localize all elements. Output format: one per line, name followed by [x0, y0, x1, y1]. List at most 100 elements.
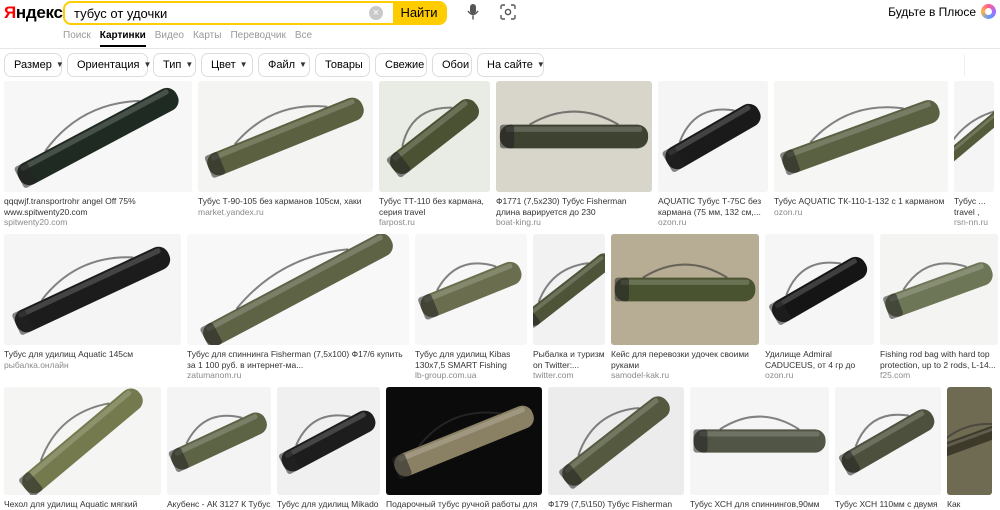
filter-chip[interactable]: Ориентация ▼ — [67, 53, 151, 77]
result-source[interactable]: zatumanom.ru — [187, 370, 409, 381]
result-caption[interactable]: Тубус для спиннинга Fisherman (7,5х100) … — [187, 349, 409, 370]
result-thumbnail[interactable] — [379, 81, 490, 192]
tab-images[interactable]: Картинки — [99, 30, 146, 47]
image-result[interactable]: qqqwjf.transportrohr angel Off 75% www.s… — [4, 81, 192, 228]
image-result[interactable]: Удилище Admiral CADUCEUS, от 4 гр до 18г… — [765, 234, 874, 381]
result-thumbnail[interactable] — [533, 234, 605, 345]
result-caption[interactable]: AQUATIC Тубус Т-75С без кармана (75 мм, … — [658, 196, 768, 217]
result-thumbnail[interactable] — [548, 387, 684, 495]
result-thumbnail[interactable] — [4, 234, 181, 345]
result-source[interactable]: market.yandex.ru — [198, 207, 373, 218]
result-caption[interactable]: Тубус AQUATIC ТК-110-1-132 с 1 карманом — [774, 196, 948, 207]
result-caption[interactable]: Fishing rod bag with hard top protection… — [880, 349, 998, 370]
result-caption[interactable]: Кейс для перевозки удочек своими руками — [611, 349, 759, 370]
image-result[interactable]: Тубус Т-90-105 без карманов 105см, хаки m… — [198, 81, 373, 228]
search-button[interactable]: Найти — [393, 3, 445, 23]
image-result[interactable]: Тубус для удилищ Kibas 130х7,5 SMART Fis… — [415, 234, 527, 381]
result-caption[interactable]: Тубус для удилищ Aquatic 145см — [4, 349, 181, 360]
image-result[interactable]: Тубус ХСН 110мм с двумя — [835, 387, 941, 510]
image-result[interactable]: Подарочный тубус ручной работы для — [386, 387, 542, 510]
filter-chip[interactable]: На сайте ▼ — [477, 53, 545, 77]
result-source[interactable]: ozon.ru — [658, 217, 768, 228]
filter-chip[interactable]: Тип ▼ — [153, 53, 196, 77]
plus-promo[interactable]: Будьте в Плюсе — [888, 4, 996, 19]
result-thumbnail[interactable] — [690, 387, 829, 495]
clear-icon[interactable]: × — [369, 6, 383, 20]
result-source[interactable]: twitter.com — [533, 370, 605, 381]
result-caption[interactable]: qqqwjf.transportrohr angel Off 75% www.s… — [4, 196, 192, 217]
result-thumbnail[interactable] — [4, 387, 161, 495]
result-thumbnail[interactable] — [880, 234, 998, 345]
result-source[interactable]: рыбалка.онлайн — [4, 360, 181, 371]
filter-chip[interactable]: Файл ▼ — [258, 53, 310, 77]
image-result[interactable]: Тубус ... travel , цве...rsn-nn.ru — [954, 81, 994, 228]
result-caption[interactable]: Ф1771 (7,5х230) Тубус Fisherman длина ва… — [496, 196, 652, 217]
image-result[interactable]: Чехол для удилищ Aquatic мягкий 145см — [4, 387, 161, 510]
filter-chip[interactable]: Размер ▼ — [4, 53, 64, 77]
microphone-icon[interactable] — [467, 4, 479, 25]
result-thumbnail[interactable] — [277, 387, 380, 495]
result-thumbnail[interactable] — [611, 234, 759, 345]
tab-translate[interactable]: Переводчик — [230, 30, 285, 47]
result-caption[interactable]: Как храни... — [947, 499, 992, 510]
result-source[interactable]: farpost.ru — [379, 217, 490, 228]
result-caption[interactable]: Рыбалка и туризм on Twitter:... — [533, 349, 605, 370]
result-thumbnail[interactable] — [198, 81, 373, 192]
result-source[interactable]: lb-group.com.ua — [415, 370, 527, 381]
image-result[interactable]: Тубус для удилищ Mikado — [277, 387, 380, 510]
image-result[interactable]: Ф179 (7,5\150) Тубус Fisherman — [548, 387, 684, 510]
result-thumbnail[interactable] — [4, 81, 192, 192]
image-result[interactable]: Тубус AQUATIC ТК-110-1-132 с 1 карманом o… — [774, 81, 948, 228]
result-source[interactable]: boat-king.ru — [496, 217, 652, 228]
result-source[interactable]: f25.com — [880, 370, 998, 381]
result-thumbnail[interactable] — [658, 81, 768, 192]
image-result[interactable]: Ф1771 (7,5х230) Тубус Fisherman длина ва… — [496, 81, 652, 228]
image-result[interactable]: AQUATIC Тубус Т-75С без кармана (75 мм, … — [658, 81, 768, 228]
tab-search[interactable]: Поиск — [63, 30, 91, 47]
result-thumbnail[interactable] — [954, 81, 994, 192]
filter-chip[interactable]: Цвет ▼ — [201, 53, 253, 77]
image-result[interactable]: Тубус ТТ-110 без кармана, серия travel fa… — [379, 81, 490, 228]
result-caption[interactable]: Тубус ТТ-110 без кармана, серия travel — [379, 196, 490, 217]
result-caption[interactable]: Тубус для удилищ Kibas 130х7,5 SMART Fis… — [415, 349, 527, 370]
result-caption[interactable]: Тубус для удилищ Mikado — [277, 499, 380, 510]
result-caption[interactable]: Чехол для удилищ Aquatic мягкий 145см — [4, 499, 161, 510]
result-thumbnail[interactable] — [765, 234, 874, 345]
result-thumbnail[interactable] — [187, 234, 409, 345]
image-result[interactable]: Fishing rod bag with hard top protection… — [880, 234, 998, 381]
result-caption[interactable]: Ф179 (7,5\150) Тубус Fisherman — [548, 499, 684, 510]
result-caption[interactable]: Тубус Т-90-105 без карманов 105см, хаки — [198, 196, 373, 207]
tab-video[interactable]: Видео — [155, 30, 184, 47]
result-caption[interactable]: Удилище Admiral CADUCEUS, от 4 гр до 18г… — [765, 349, 874, 370]
image-result[interactable]: Тубус ХСН для спиннингов,90мм — [690, 387, 829, 510]
image-result[interactable]: Рыбалка и туризм on Twitter:... twitter.c… — [533, 234, 605, 381]
result-source[interactable]: rsn-nn.ru — [954, 217, 994, 228]
filter-chip[interactable]: Свежие — [375, 53, 427, 77]
result-caption[interactable]: Тубус ХСН 110мм с двумя — [835, 499, 941, 510]
result-source[interactable]: ozon.ru — [774, 207, 948, 218]
tab-maps[interactable]: Карты — [193, 30, 222, 47]
result-thumbnail[interactable] — [386, 387, 542, 495]
search-input[interactable] — [65, 3, 369, 23]
result-source[interactable]: spitwenty20.com — [4, 217, 192, 228]
result-thumbnail[interactable] — [415, 234, 527, 345]
filter-chip[interactable]: Обои — [432, 53, 472, 77]
result-source[interactable]: samodel-kak.ru — [611, 370, 759, 381]
camera-search-icon[interactable] — [500, 4, 516, 25]
result-caption[interactable]: Тубус ... travel , цве... — [954, 196, 994, 217]
result-caption[interactable]: Тубус ХСН для спиннингов,90мм — [690, 499, 829, 510]
image-result[interactable]: Как храни... — [947, 387, 992, 510]
result-caption[interactable]: Акубенс - АК 3127 К Тубус — [167, 499, 271, 510]
filter-chip[interactable]: Товары — [315, 53, 370, 77]
result-thumbnail[interactable] — [835, 387, 941, 495]
image-result[interactable]: Кейс для перевозки удочек своими руками s… — [611, 234, 759, 381]
image-result[interactable]: Тубус для спиннинга Fisherman (7,5х100) … — [187, 234, 409, 381]
result-source[interactable]: ozon.ru — [765, 370, 874, 381]
yandex-logo[interactable]: Яндекс — [4, 3, 63, 23]
image-result[interactable]: Акубенс - АК 3127 К Тубус — [167, 387, 271, 510]
tab-all[interactable]: Все — [295, 30, 312, 47]
result-caption[interactable]: Подарочный тубус ручной работы для — [386, 499, 542, 510]
result-thumbnail[interactable] — [947, 387, 992, 495]
image-result[interactable]: Тубус для удилищ Aquatic 145см рыбалка.он… — [4, 234, 181, 381]
result-thumbnail[interactable] — [774, 81, 948, 192]
